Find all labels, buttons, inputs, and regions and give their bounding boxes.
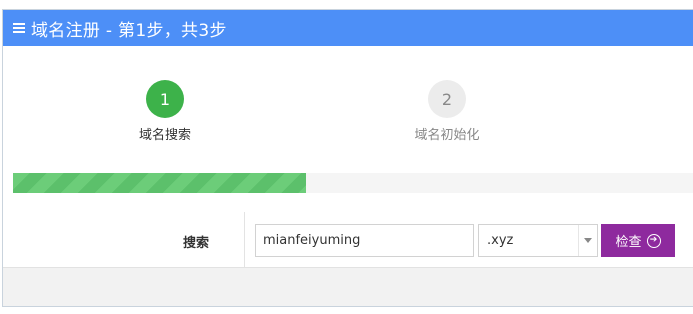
page-title: 域名注册 - 第1步，共3步: [31, 20, 227, 41]
hamburger-icon[interactable]: [13, 23, 25, 33]
arrow-circle-right-icon: ➔: [646, 233, 661, 248]
panel-header: 域名注册 - 第1步，共3步: [3, 10, 693, 46]
step-indicator: 1 域名搜索 2 域名初始化: [3, 80, 693, 150]
panel-footer: [3, 267, 693, 306]
check-button-label: 检查: [615, 235, 642, 250]
step-2-label: 域名初始化: [414, 128, 480, 143]
progress-bar: [13, 173, 693, 193]
domain-search-input[interactable]: [255, 224, 474, 257]
step-2: 2 域名初始化: [387, 80, 507, 143]
domain-search-form: 搜索 .xyz 检查 ➔: [3, 212, 693, 268]
domain-registration-panel: 域名注册 - 第1步，共3步 1 域名搜索 2 域名初始化 搜索 .xyz 检查…: [2, 9, 693, 307]
search-label: 搜索: [183, 236, 210, 251]
step-1-circle: 1: [146, 80, 184, 118]
check-button[interactable]: 检查 ➔: [601, 224, 675, 257]
form-divider: [244, 212, 245, 268]
progress-bar-fill: [13, 173, 306, 193]
step-2-circle: 2: [428, 80, 466, 118]
step-1: 1 域名搜索: [105, 80, 225, 143]
tld-select[interactable]: .xyz: [478, 224, 598, 257]
step-1-label: 域名搜索: [138, 128, 191, 143]
tld-dropdown-toggle[interactable]: [578, 225, 597, 256]
tld-selected-value: .xyz: [487, 233, 514, 248]
chevron-down-icon: [584, 238, 592, 243]
